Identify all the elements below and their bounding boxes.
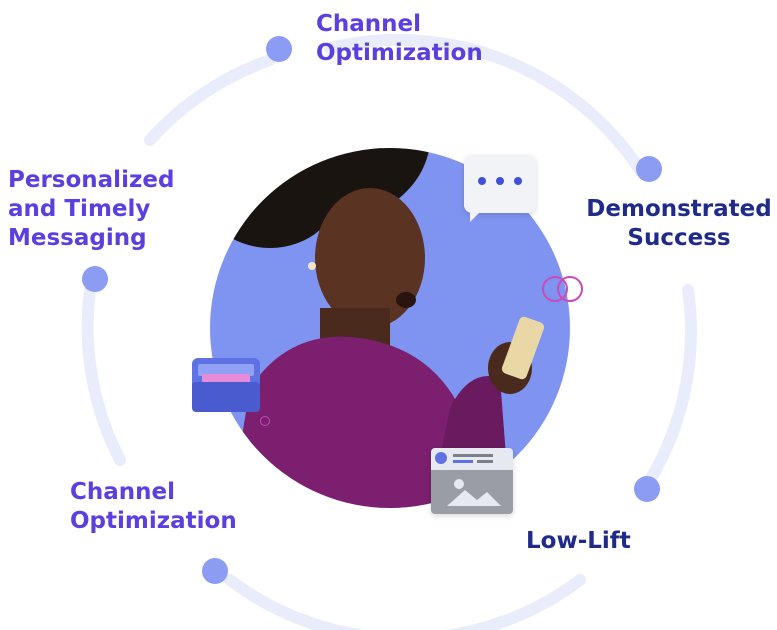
label-bottom-left-line2: Optimization <box>70 508 237 534</box>
cycle-node-bottom <box>202 558 228 584</box>
small-ring-icon <box>260 416 270 426</box>
label-left-line3: Messaging <box>8 225 147 251</box>
wallet-icon <box>192 358 260 412</box>
label-bottom-right-line1: Low-Lift <box>526 528 631 554</box>
label-left: Personalized and Timely Messaging <box>8 166 174 253</box>
cycle-node-bottom-right <box>634 476 660 502</box>
label-left-line2: and Timely <box>8 196 151 222</box>
cycle-node-top <box>266 36 292 62</box>
overlapping-rings-icon <box>542 276 583 302</box>
label-top-line1: Channel <box>316 11 422 37</box>
label-left-line1: Personalized <box>8 167 175 193</box>
media-card-icon <box>431 448 513 514</box>
chat-bubble-icon <box>464 155 536 213</box>
label-bottom-right: Low-Lift <box>526 527 631 556</box>
label-top-line2: Optimization <box>316 40 483 66</box>
cycle-node-left <box>82 266 108 292</box>
cycle-node-right <box>636 156 662 182</box>
label-bottom-left-line1: Channel <box>70 479 176 505</box>
label-top: Channel Optimization <box>316 10 483 68</box>
label-right: Demonstrated Success <box>582 195 776 253</box>
chat-bubble-tail <box>470 210 482 222</box>
label-right-line1: Demonstrated <box>586 196 772 222</box>
label-right-line2: Success <box>627 225 731 251</box>
label-bottom-left: Channel Optimization <box>70 478 237 536</box>
